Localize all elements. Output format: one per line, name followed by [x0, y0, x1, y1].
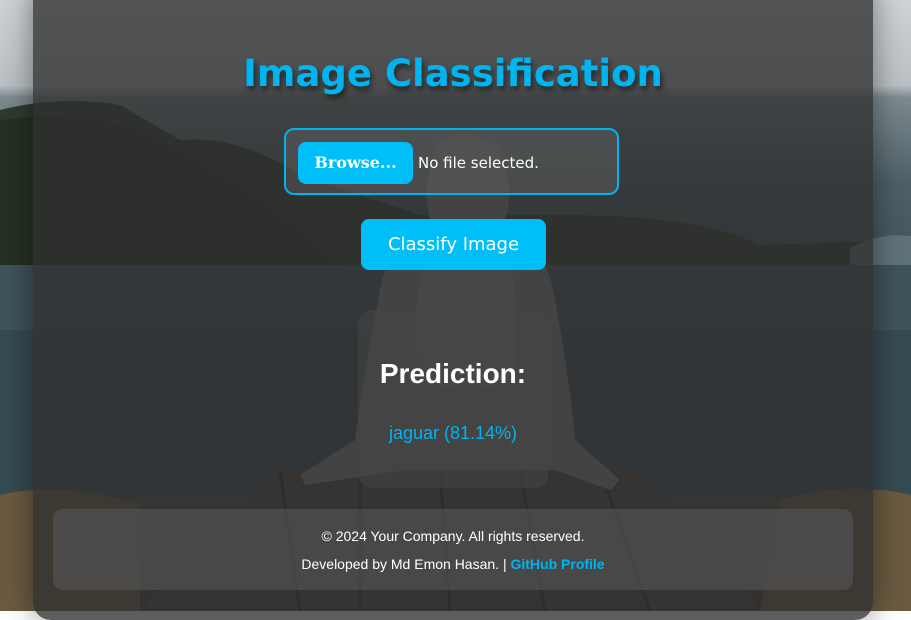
prediction-heading: Prediction:: [379, 358, 527, 389]
github-profile-link[interactable]: GitHub Profile: [510, 556, 604, 572]
file-upload-box: Browse... No file selected.: [284, 128, 619, 195]
copyright-text: © 2024 Your Company. All rights reserved…: [321, 528, 585, 544]
developer-line: Developed by Md Emon Hasan. | GitHub Pro…: [53, 556, 853, 572]
developer-text: Developed by Md Emon Hasan.: [301, 556, 500, 572]
file-status-text: No file selected.: [418, 154, 539, 172]
classify-image-button[interactable]: Classify Image: [361, 219, 546, 270]
prediction-result: jaguar (81.14%): [388, 423, 518, 443]
browse-button[interactable]: Browse...: [298, 142, 413, 184]
footer: © 2024 Your Company. All rights reserved…: [53, 509, 853, 590]
prediction-panel: Prediction: jaguar (81.14%): [358, 310, 548, 488]
page-title: Image Classification: [243, 52, 663, 95]
footer-separator: |: [502, 556, 507, 572]
